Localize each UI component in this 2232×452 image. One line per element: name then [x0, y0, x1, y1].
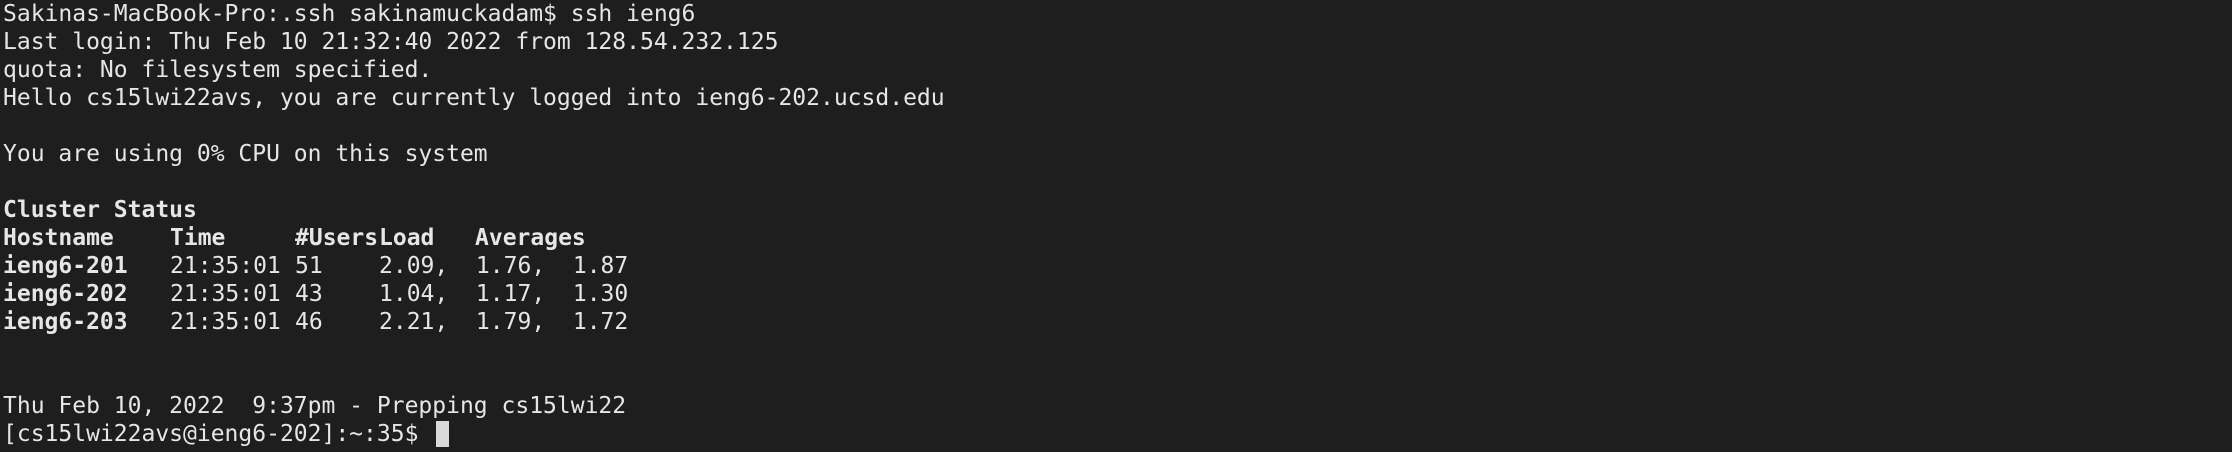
shell-prompt: [cs15lwi22avs@ieng6-202]:~:35$: [3, 421, 433, 447]
quota-line: quota: No filesystem specified.: [3, 57, 433, 83]
cluster-time: 21:35:01: [170, 253, 281, 279]
status-line: Thu Feb 10, 2022 9:37pm - Prepping cs15l…: [3, 393, 627, 419]
cluster-load-averages: 2.09, 1.76, 1.87: [379, 253, 629, 279]
averages-header: Averages: [475, 225, 586, 251]
cluster-hostname: ieng6-202: [3, 281, 128, 307]
cpu-usage-line: You are using 0% CPU on this system: [3, 141, 488, 167]
last-login-line: Last login: Thu Feb 10 21:32:40 2022 fro…: [3, 29, 779, 55]
cluster-users: 46: [295, 309, 323, 335]
cluster-row: ieng6-201 21:35:01 51 2.09, 1.76, 1.87: [3, 252, 675, 280]
hostname-header: Hostname: [3, 225, 114, 251]
cluster-hostname: ieng6-203: [3, 309, 128, 335]
cluster-status-table: Hostname Time #Users Load Averages ieng6…: [3, 224, 675, 336]
cluster-load-averages: 1.04, 1.17, 1.30: [379, 281, 629, 307]
cluster-users: 51: [295, 253, 323, 279]
shell-prompt-row[interactable]: [cs15lwi22avs@ieng6-202]:~:35$: [3, 420, 2232, 448]
cluster-row: ieng6-202 21:35:01 43 1.04, 1.17, 1.30: [3, 280, 675, 308]
cluster-time: 21:35:01: [170, 309, 281, 335]
hello-line: Hello cs15lwi22avs, you are currently lo…: [3, 85, 945, 111]
cluster-row: ieng6-203 21:35:01 46 2.21, 1.79, 1.72: [3, 308, 675, 336]
cluster-users: 43: [295, 281, 323, 307]
cluster-header-row: Hostname Time #Users Load Averages: [3, 224, 675, 252]
terminal-window[interactable]: Sakinas-MacBook-Pro:.ssh sakinamuckadam$…: [0, 0, 2232, 452]
cluster-hostname: ieng6-201: [3, 253, 128, 279]
cluster-time: 21:35:01: [170, 281, 281, 307]
cluster-load-averages: 2.21, 1.79, 1.72: [379, 309, 629, 335]
load-header: Load: [379, 225, 435, 251]
users-header: #Users: [295, 225, 379, 251]
cluster-status-title: Cluster Status: [3, 197, 197, 223]
time-header: Time: [170, 225, 226, 251]
text-cursor: [436, 421, 450, 447]
command-line: Sakinas-MacBook-Pro:.ssh sakinamuckadam$…: [3, 1, 696, 27]
